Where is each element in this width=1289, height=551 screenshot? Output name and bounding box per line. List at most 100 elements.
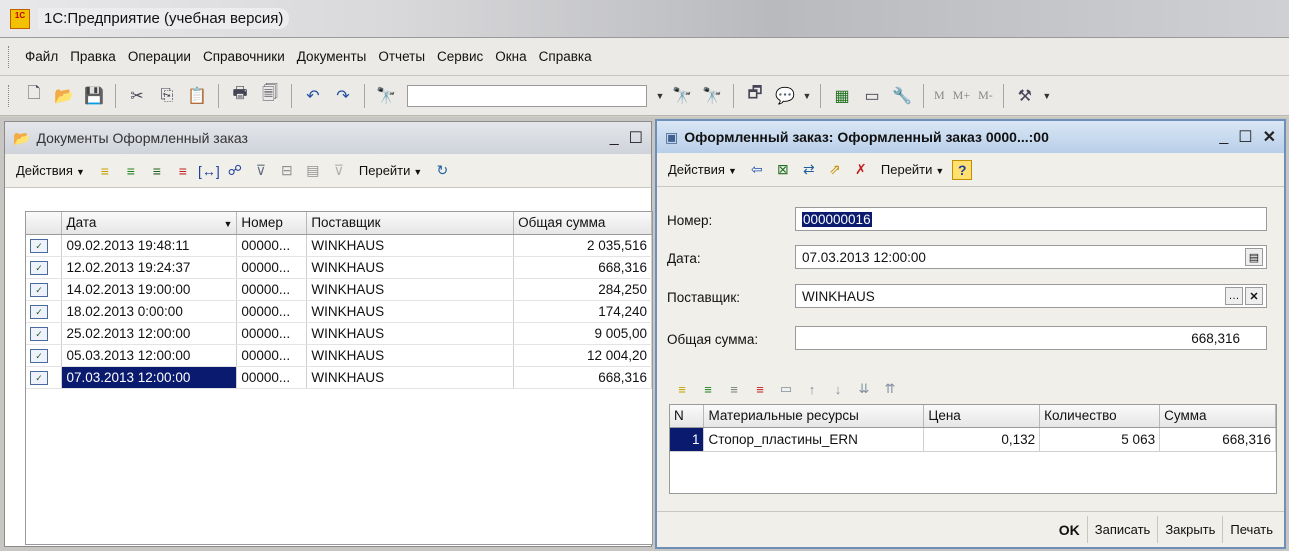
list-actions-menu[interactable]: Действия ▼ [9, 159, 92, 182]
menu-documents[interactable]: Документы [291, 49, 373, 64]
save-button[interactable]: Записать [1086, 516, 1158, 543]
find-icon[interactable]: 🔭 [373, 83, 399, 109]
menu-catalogs[interactable]: Справочники [197, 49, 291, 64]
minimize-icon[interactable]: _ [1219, 128, 1228, 146]
calculator-icon[interactable]: ▦ [829, 83, 855, 109]
date-field[interactable]: 07.03.2013 12:00:00 ▤ [795, 245, 1267, 269]
table-row[interactable]: ✓ 05.03.2013 12:00:00 00000... WINKHAUS … [26, 344, 652, 367]
calendar-icon[interactable]: ▤ [1245, 248, 1263, 266]
posting-journal-icon[interactable]: ⊠ [771, 158, 795, 182]
minimize-icon[interactable]: _ [610, 129, 619, 147]
menu-help[interactable]: Справка [533, 49, 598, 64]
memory-store-button[interactable]: M [934, 88, 945, 103]
menu-file[interactable]: Файл [19, 49, 64, 64]
close-icon[interactable]: ✕ [1263, 127, 1276, 147]
memory-add-button[interactable]: M+ [953, 88, 970, 103]
column-header-number[interactable]: Номер [236, 212, 308, 235]
save-icon[interactable]: 💾 [81, 83, 107, 109]
column-header-n[interactable]: N [670, 405, 705, 428]
print-icon[interactable]: 🖶 [227, 83, 253, 109]
search-dropdown-icon[interactable]: ▼ [653, 85, 667, 107]
filter-settings-icon[interactable]: ▤ [301, 159, 325, 183]
move-down-icon[interactable]: ↓ [826, 377, 850, 401]
post-document-icon[interactable]: ⇦ [745, 158, 769, 182]
sort-asc-icon[interactable]: ⇊ [852, 377, 876, 401]
chevron-down-icon: ▼ [727, 166, 737, 176]
clear-filter-icon[interactable]: ⊽ [327, 159, 351, 183]
maximize-icon[interactable]: ☐ [629, 128, 643, 148]
table-row[interactable]: ✓ 12.02.2013 19:24:37 00000... WINKHAUS … [26, 256, 652, 279]
refresh-icon[interactable]: ↻ [430, 159, 454, 183]
menu-edit[interactable]: Правка [64, 49, 122, 64]
add-row-icon[interactable]: ≡ [670, 377, 694, 401]
help-tips-icon[interactable]: 💬 [772, 83, 798, 109]
filter-icon[interactable]: ⊽ [249, 159, 273, 183]
table-row[interactable]: ✓ 09.02.2013 19:48:11 00000... WINKHAUS … [26, 234, 652, 257]
maximize-icon[interactable]: ☐ [1238, 127, 1252, 147]
delete-icon[interactable]: ≡ [171, 159, 195, 183]
edit-icon[interactable]: ≡ [145, 159, 169, 183]
redo-icon[interactable]: ↷ [330, 83, 356, 109]
workspace: 📂 Документы Оформленный заказ _ ☐ Действ… [0, 117, 1289, 551]
find-prev-icon[interactable]: 🔭 [699, 83, 725, 109]
copy-row-icon[interactable]: ≡ [119, 159, 143, 183]
table-row[interactable]: ✓ 25.02.2013 12:00:00 00000... WINKHAUS … [26, 322, 652, 345]
find-in-list-icon[interactable]: ☍ [223, 159, 247, 183]
clear-icon[interactable]: ✕ [1245, 287, 1263, 305]
hierarchy-icon[interactable]: ⊟ [275, 159, 299, 183]
new-document-icon[interactable]: 🗋 [21, 83, 47, 109]
table-row[interactable]: 1 Стопор_пластины_ERN 0,132 5 063 668,31… [670, 427, 1276, 452]
column-header-resources[interactable]: Материальные ресурсы [703, 405, 925, 428]
settings-dropdown-icon[interactable]: ▼ [1040, 85, 1054, 107]
copy-row-icon[interactable]: ≡ [696, 377, 720, 401]
search-input[interactable] [407, 84, 647, 107]
table-row[interactable]: ✓ 14.02.2013 19:00:00 00000... WINKHAUS … [26, 278, 652, 301]
unpost-icon[interactable]: ✗ [849, 158, 873, 182]
move-up-icon[interactable]: ↑ [800, 377, 824, 401]
find-next-icon[interactable]: 🔭 [669, 83, 695, 109]
select-ellipsis-icon[interactable]: … [1225, 287, 1243, 305]
table-row[interactable]: ✓ 18.02.2013 0:00:00 00000... WINKHAUS 1… [26, 300, 652, 323]
column-header-quantity[interactable]: Количество [1039, 405, 1161, 428]
column-header-date[interactable]: Дата ▼ [61, 212, 238, 235]
table-row-selected[interactable]: ✓ 07.03.2013 12:00:00 00000... WINKHAUS … [26, 366, 652, 389]
ok-button[interactable]: OK [1052, 516, 1087, 544]
preview-icon[interactable]: 🗐 [257, 83, 283, 109]
help-icon[interactable]: ? [952, 159, 973, 180]
menu-service[interactable]: Сервис [431, 49, 489, 64]
menu-operations[interactable]: Операции [122, 49, 197, 64]
menu-reports[interactable]: Отчеты [372, 49, 431, 64]
windows-icon[interactable]: 🗗 [742, 83, 768, 109]
number-field[interactable]: 000000016 [795, 207, 1267, 231]
column-header-price[interactable]: Цена [923, 405, 1041, 428]
column-header-sum[interactable]: Сумма [1159, 405, 1276, 428]
delete-row-icon[interactable]: ≡ [748, 377, 772, 401]
print-button[interactable]: Печать [1222, 516, 1280, 543]
add-icon[interactable]: ≡ [93, 159, 117, 183]
calendar-icon[interactable]: ▭ [859, 83, 885, 109]
paste-icon[interactable]: 📋 [184, 83, 210, 109]
copy-icon[interactable]: ⎘ [154, 83, 180, 109]
close-button[interactable]: Закрыть [1157, 516, 1222, 543]
doc-goto-menu[interactable]: Перейти ▼ [874, 158, 951, 181]
doc-actions-menu[interactable]: Действия ▼ [661, 158, 744, 181]
tips-dropdown-icon[interactable]: ▼ [800, 85, 814, 107]
settings-tools-icon[interactable]: ⚒ [1012, 83, 1038, 109]
undo-icon[interactable]: ↶ [300, 83, 326, 109]
interval-icon[interactable]: [↔] [197, 159, 221, 183]
based-on-icon[interactable]: ⇄ [797, 158, 821, 182]
supplier-field[interactable]: WINKHAUS … ✕ [795, 284, 1267, 308]
tools-icon[interactable]: 🔧 [889, 83, 915, 109]
total-field[interactable]: 668,316 [795, 326, 1267, 350]
edit-row-icon[interactable]: ≡ [722, 377, 746, 401]
column-header-supplier[interactable]: Поставщик [306, 212, 515, 235]
column-header-total[interactable]: Общая сумма [513, 212, 652, 235]
open-folder-icon[interactable]: 📂 [51, 83, 77, 109]
cut-icon[interactable]: ✂ [124, 83, 150, 109]
menu-windows[interactable]: Окна [489, 49, 532, 64]
memory-subtract-button[interactable]: M- [978, 88, 993, 103]
structure-icon[interactable]: ⇗ [823, 158, 847, 182]
sort-desc-icon[interactable]: ⇈ [878, 377, 902, 401]
list-goto-menu[interactable]: Перейти ▼ [352, 159, 429, 182]
end-edit-icon[interactable]: ▭ [774, 377, 798, 401]
